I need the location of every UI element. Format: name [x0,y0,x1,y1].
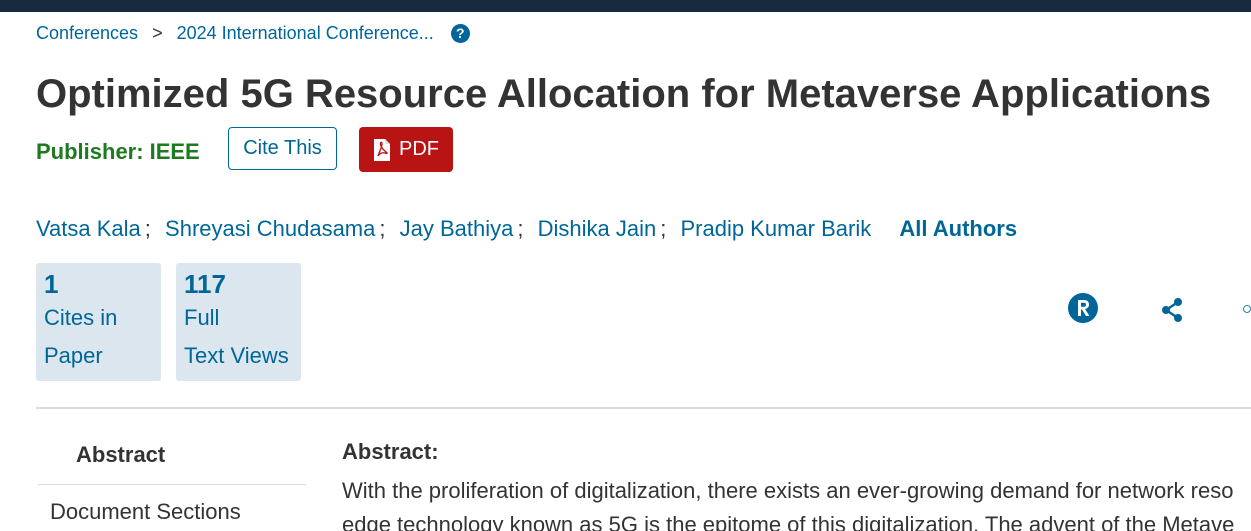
page-title: Optimized 5G Resource Allocation for Met… [36,72,1212,116]
author-link[interactable]: Shreyasi Chudasama [165,216,375,241]
pdf-label: PDF [399,138,439,160]
publisher-label: Publisher: [36,139,144,164]
publisher: Publisher: IEEE [36,139,200,165]
metric-label: Paper [44,343,103,368]
cite-this-label: Cite This [243,137,322,159]
author-link[interactable]: Dishika Jain [538,216,657,241]
section-divider [36,407,1251,409]
alert-icon[interactable] [1243,294,1251,324]
breadcrumb: Conferences > 2024 International Confere… [36,22,470,44]
help-icon[interactable]: ? [450,23,470,43]
metric-label: Text Views [184,343,289,368]
rights-icon[interactable] [1067,292,1099,324]
share-icon[interactable] [1159,297,1185,323]
breadcrumb-conferences[interactable]: Conferences [36,23,138,44]
cite-this-button[interactable]: Cite This [228,127,337,170]
pdf-button[interactable]: PDF [359,127,453,172]
pdf-icon [373,138,391,162]
abstract-text: With the proliferation of digitalization… [342,474,1251,531]
metric-label: Cites in [44,305,118,330]
breadcrumb-separator: > [152,22,163,43]
abstract-heading: Abstract: [342,439,439,464]
sidebar-item-abstract[interactable]: Abstract [76,442,165,468]
breadcrumb-conference[interactable]: 2024 International Conference... [177,23,434,44]
sidebar-divider [38,484,306,485]
author-link[interactable]: Pradip Kumar Barik [680,216,871,241]
all-authors-link[interactable]: All Authors [899,216,1017,241]
top-bar [0,0,1251,12]
metric-value: 1 [44,269,59,299]
author-link[interactable]: Jay Bathiya [400,216,514,241]
publisher-name: IEEE [149,139,200,164]
abstract-line: With the proliferation of digitalization… [342,478,1234,503]
metric-value: 117 [184,269,226,299]
sidebar-item-document-sections[interactable]: Document Sections [50,499,241,525]
author-list: Vatsa Kala; Shreyasi Chudasama; Jay Bath… [36,216,1018,241]
metric-label: Full [184,305,220,330]
full-text-views-metric[interactable]: 117 Full Text Views [176,263,301,381]
cites-in-paper-metric[interactable]: 1 Cites in Paper [36,263,161,381]
abstract-line: edge technology known as 5G is the epito… [342,512,1235,531]
author-link[interactable]: Vatsa Kala [36,216,141,241]
